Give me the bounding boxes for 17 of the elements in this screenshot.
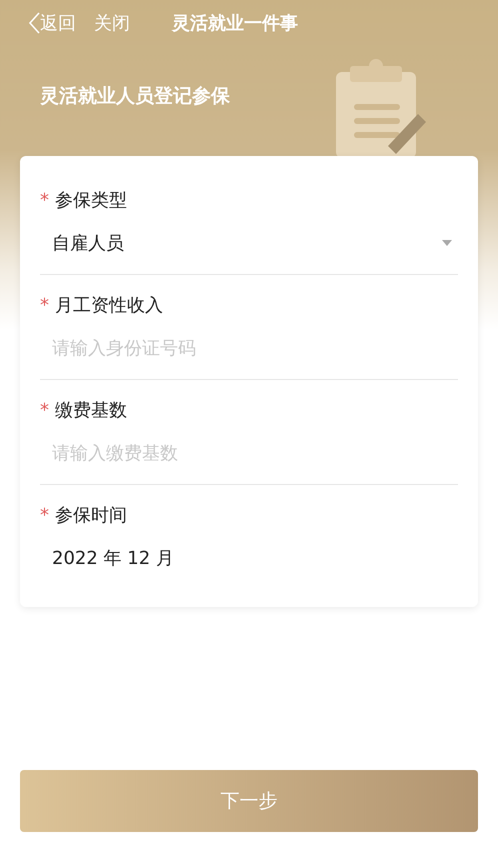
required-mark: * <box>40 294 49 316</box>
type-select[interactable]: 自雇人员 <box>40 212 458 274</box>
required-mark: * <box>40 190 49 210</box>
required-mark: * <box>40 504 49 526</box>
required-mark: * <box>40 400 49 420</box>
close-button[interactable]: 关闭 <box>94 11 130 35</box>
field-label: 参保时间 <box>55 504 127 527</box>
page-title: 灵活就业一件事 <box>172 12 298 35</box>
next-button[interactable]: 下一步 <box>20 770 478 832</box>
field-label: 月工资性收入 <box>55 294 163 317</box>
dropdown-caret-icon <box>442 240 452 246</box>
field-label: 参保类型 <box>55 189 127 212</box>
banner-title: 灵活就业人员登记参保 <box>40 84 230 109</box>
back-button[interactable]: 返回 <box>28 11 76 35</box>
field-label: 缴费基数 <box>55 399 127 422</box>
chevron-left-icon <box>28 12 40 34</box>
date-value[interactable]: 2022 年 12 月 <box>52 546 174 570</box>
